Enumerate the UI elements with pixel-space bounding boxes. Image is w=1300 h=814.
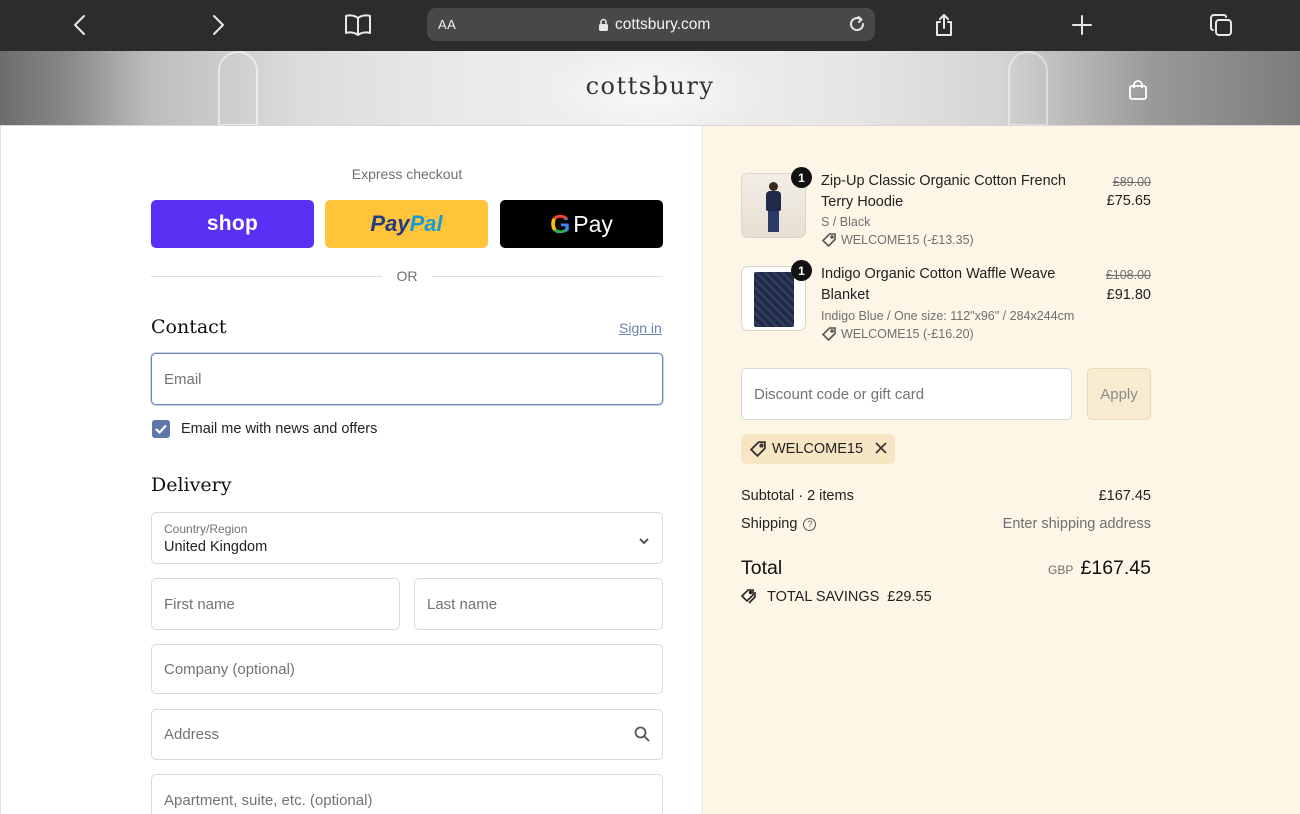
express-checkout-title: Express checkout <box>351 166 463 182</box>
brand-logo[interactable]: cottsbury <box>0 72 1300 100</box>
total-savings: TOTAL SAVINGS £29.55 <box>741 589 932 605</box>
quantity-badge: 1 <box>791 167 812 188</box>
shipping-label: Shipping <box>741 516 798 532</box>
or-label: OR <box>396 268 418 284</box>
company-wrapper <box>151 644 663 694</box>
country-select[interactable]: Country/Region United Kingdom <box>151 512 663 564</box>
contact-heading: Contact <box>151 316 227 338</box>
forward-button[interactable] <box>200 8 236 42</box>
product-image-blanket <box>754 272 794 327</box>
subtotal-value: £167.45 <box>1098 488 1151 504</box>
item-discount: WELCOME15 (-£16.20) <box>822 327 974 341</box>
new-tab-button[interactable] <box>1064 8 1100 42</box>
item-original-price: £108.00 <box>1105 268 1151 282</box>
checkmark-icon <box>155 424 167 434</box>
close-icon <box>875 442 887 454</box>
quantity-badge: 1 <box>791 260 812 281</box>
total-currency: GBP <box>1048 563 1074 577</box>
item-price: £75.65 <box>1106 193 1151 209</box>
chevron-left-icon <box>74 15 85 35</box>
share-button[interactable] <box>926 8 962 42</box>
share-icon <box>936 14 952 36</box>
google-pay-button[interactable]: G Pay <box>500 200 663 248</box>
shipping-value: Enter shipping address <box>1002 516 1151 532</box>
apartment-wrapper <box>151 774 663 814</box>
savings-value: £29.55 <box>887 589 932 605</box>
apartment-field[interactable] <box>152 775 662 814</box>
back-button[interactable] <box>62 8 98 42</box>
country-value: United Kingdom <box>164 539 268 555</box>
text-size-button[interactable]: AA <box>438 17 456 32</box>
book-icon <box>345 14 371 36</box>
tags-icon <box>741 589 756 604</box>
tag-icon <box>822 233 836 247</box>
tabs-overview-button[interactable] <box>1203 8 1239 42</box>
item-discount: WELCOME15 (-£13.35) <box>822 233 974 247</box>
browser-toolbar: AA cottsbury.com <box>0 0 1300 51</box>
site-header: cottsbury <box>0 51 1300 126</box>
address-wrapper <box>151 709 663 760</box>
shipping-row: Shipping? <box>741 516 817 532</box>
item-variant: Indigo Blue / One size: 112"x96" / 284x2… <box>821 309 1075 323</box>
total-value: £167.45 <box>1080 557 1152 579</box>
newsletter-label[interactable]: Email me with news and offers <box>181 421 377 437</box>
delivery-heading: Delivery <box>151 474 232 496</box>
google-g-icon: G <box>550 208 571 239</box>
item-name: Zip-Up Classic Organic Cotton French Ter… <box>821 173 1066 210</box>
search-icon <box>634 726 650 747</box>
product-image-hoodie <box>766 182 781 232</box>
first-name-wrapper <box>151 578 400 630</box>
cart-button[interactable] <box>1127 79 1149 101</box>
shop-pay-label: shop <box>206 212 259 235</box>
item-price: £91.80 <box>1106 287 1151 303</box>
discount-code-wrapper <box>741 368 1072 420</box>
discount-code-field[interactable] <box>742 369 1071 419</box>
company-field[interactable] <box>152 645 662 693</box>
bookmarks-button[interactable] <box>340 8 376 42</box>
plus-icon <box>1072 15 1092 35</box>
tag-icon <box>750 441 766 457</box>
last-name-wrapper <box>414 578 663 630</box>
apply-discount-button[interactable]: Apply <box>1087 368 1151 420</box>
email-field[interactable] <box>152 354 662 404</box>
savings-label: TOTAL SAVINGS <box>767 589 880 605</box>
address-bar[interactable]: AA cottsbury.com <box>427 8 875 41</box>
item-discount-label: WELCOME15 (-£13.35) <box>841 233 974 247</box>
email-field-wrapper <box>151 353 663 405</box>
country-label: Country/Region <box>164 522 248 536</box>
sign-in-link[interactable]: Sign in <box>619 320 662 336</box>
total-label: Total <box>741 557 783 579</box>
item-original-price: £89.00 <box>1112 175 1151 189</box>
chevron-down-icon <box>639 532 649 550</box>
google-pay-label: Pay <box>573 210 613 237</box>
help-icon[interactable]: ? <box>803 518 817 531</box>
shopping-bag-icon <box>1129 80 1147 100</box>
tabs-icon <box>1210 14 1232 36</box>
reload-button[interactable] <box>846 13 868 35</box>
applied-discount-chip: WELCOME15 <box>741 434 895 464</box>
subtotal-label: Subtotal · 2 items <box>741 488 854 504</box>
first-name-field[interactable] <box>152 579 399 629</box>
address-field[interactable] <box>152 710 662 759</box>
url-text: cottsbury.com <box>615 16 711 33</box>
paypal-label-pay: Pay <box>370 211 410 236</box>
item-variant: S / Black <box>821 215 871 229</box>
paypal-label-pal: Pal <box>409 211 443 236</box>
reload-icon <box>850 16 865 32</box>
tag-icon <box>822 327 836 341</box>
last-name-field[interactable] <box>415 579 662 629</box>
item-name: Indigo Organic Cotton Waffle Weave Blank… <box>821 266 1056 303</box>
remove-discount-button[interactable] <box>875 442 887 458</box>
item-discount-label: WELCOME15 (-£16.20) <box>841 327 974 341</box>
shop-pay-button[interactable]: shop <box>151 200 314 248</box>
newsletter-checkbox[interactable] <box>152 420 170 438</box>
paypal-button[interactable]: Pay Pal <box>325 200 488 248</box>
lock-icon <box>598 18 609 37</box>
chevron-right-icon <box>213 15 224 35</box>
applied-discount-code: WELCOME15 <box>772 441 864 457</box>
or-divider: OR <box>151 268 663 284</box>
